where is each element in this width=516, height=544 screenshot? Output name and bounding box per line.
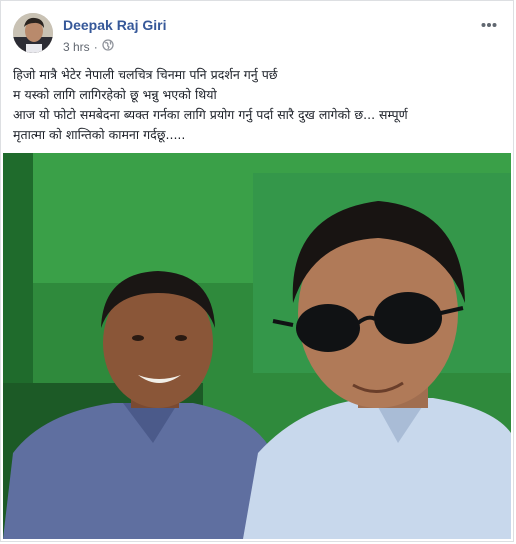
post-text-line: मृतात्मा को शान्तिको कामना गर्दछू..... — [13, 127, 186, 142]
post-photo[interactable] — [3, 153, 511, 539]
globe-icon[interactable] — [102, 39, 114, 54]
post-text: हिजो मात्रै भेटेर नेपाली चलचित्र चिनमा प… — [13, 65, 503, 145]
facebook-post: Deepak Raj Giri 3 hrs · हिजो मात्रै भेटे… — [0, 0, 514, 542]
post-timestamp-link[interactable]: 3 hrs — [63, 40, 90, 54]
more-options-icon[interactable] — [479, 15, 499, 35]
meta-separator: · — [93, 39, 98, 54]
author-name-link[interactable]: Deepak Raj Giri — [63, 17, 167, 33]
post-header: Deepak Raj Giri 3 hrs · — [13, 13, 501, 57]
post-text-line: म यस्को लागि लागिरहेको छू भन्नु भएको थिय… — [13, 87, 217, 102]
author-avatar[interactable] — [13, 13, 53, 53]
post-text-line: आज यो फोटो समबेदना ब्यक्त गर्नका लागि प्… — [13, 107, 408, 122]
post-meta: 3 hrs · — [63, 39, 114, 54]
post-text-line: हिजो मात्रै भेटेर नेपाली चलचित्र चिनमा प… — [13, 67, 278, 82]
